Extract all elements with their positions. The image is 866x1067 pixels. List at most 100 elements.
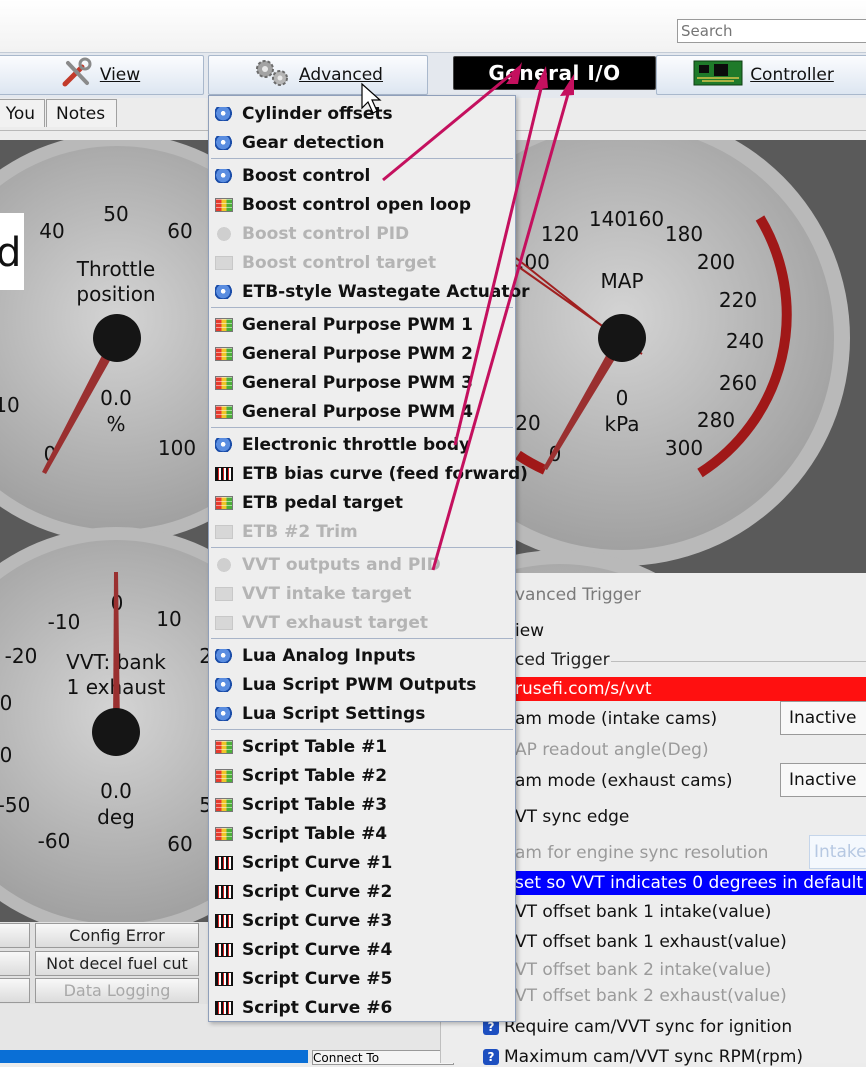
tab-notes[interactable]: Notes (46, 99, 117, 127)
menu-item-label: ETB bias curve (feed forward) (242, 463, 528, 484)
menu-item[interactable]: VVT outputs and PID (209, 550, 515, 579)
throttle-title: Throttle (76, 257, 155, 281)
menu-item-label: Boost control (242, 165, 371, 186)
vvt-tick: -20 (5, 644, 38, 668)
menu-item[interactable]: Lua Analog Inputs (209, 641, 515, 670)
menu-item[interactable]: Script Table #4 (209, 819, 515, 848)
curve-icon (215, 884, 233, 899)
menu-item[interactable]: Boost control target (209, 248, 515, 277)
globe-icon (215, 135, 233, 150)
menu-item-label: Script Curve #2 (242, 881, 393, 902)
menu-item[interactable]: Script Table #1 (209, 732, 515, 761)
menu-item-label: General Purpose PWM 3 (242, 372, 473, 393)
menu-item[interactable]: Script Curve #2 (209, 877, 515, 906)
menu-item[interactable]: General Purpose PWM 2 (209, 339, 515, 368)
vvt-tick: -10 (48, 610, 81, 634)
menu-item-label: Script Table #2 (242, 765, 388, 786)
map-tick: 280 (697, 408, 735, 432)
menu-item[interactable]: Boost control PID (209, 219, 515, 248)
table-icon (215, 797, 233, 812)
menu-item[interactable]: VVT exhaust target (209, 608, 515, 637)
globe-icon (215, 226, 233, 241)
menu-item-label: Script Table #1 (242, 736, 388, 757)
general-io-button[interactable]: General I/O (453, 56, 656, 90)
globe-icon (215, 437, 233, 452)
menu-item-label: Lua Analog Inputs (242, 645, 416, 666)
advanced-button[interactable]: Advanced (208, 55, 428, 95)
menu-item[interactable]: Script Curve #1 (209, 848, 515, 877)
globe-icon (215, 106, 233, 121)
curve-icon (215, 942, 233, 957)
menu-item[interactable]: General Purpose PWM 1 (209, 310, 515, 339)
map-tick: 240 (726, 329, 764, 353)
vvt-sync-edge-label: VT sync edge (515, 807, 630, 827)
table-icon (215, 317, 233, 332)
menu-item[interactable]: ETB-style Wastegate Actuator (209, 277, 530, 306)
table-icon (215, 826, 233, 841)
menu-item[interactable]: Boost control open loop (209, 190, 515, 219)
menu-item[interactable]: Script Curve #3 (209, 906, 515, 935)
throttle-tick: 40 (39, 219, 64, 243)
menu-item[interactable]: VVT intake target (209, 579, 515, 608)
menu-item[interactable]: General Purpose PWM 4 (209, 397, 515, 426)
curve-icon (215, 1000, 233, 1015)
status-indicator (0, 978, 30, 1003)
menu-item-label: Lua Script Settings (242, 703, 426, 724)
controller-button[interactable]: Controller (656, 55, 866, 95)
data-logging-indicator: Data Logging (35, 978, 199, 1003)
view-button[interactable]: View (0, 55, 204, 95)
throttle-hub (93, 314, 141, 362)
throttle-title: position (76, 282, 155, 306)
menu-item[interactable]: Electronic throttle body (209, 430, 515, 459)
status-indicator (0, 951, 30, 976)
table-icon (215, 586, 233, 601)
map-tick: 200 (697, 250, 735, 274)
throttle-tick: 10 (0, 393, 20, 417)
globe-icon (215, 168, 233, 183)
vvt-unit: deg (97, 805, 135, 829)
offset-b1-exhaust-label: VT offset bank 1 exhaust(value) (515, 932, 787, 952)
menu-item[interactable]: Script Table #3 (209, 790, 515, 819)
menu-item[interactable]: Script Curve #6 (209, 993, 515, 1022)
menu-separator (211, 158, 513, 159)
menu-separator (211, 547, 513, 548)
status-panel: Config Error Not decel fuel cut Data Log… (0, 922, 210, 1004)
table-icon (215, 404, 233, 419)
menu-item[interactable]: Lua Script PWM Outputs (209, 670, 515, 699)
tab-you[interactable]: You (0, 99, 45, 127)
menu-item-label: Script Curve #5 (242, 968, 393, 989)
menu-item[interactable]: Cylinder offsets (209, 99, 515, 128)
map-unit: kPa (605, 412, 640, 436)
search-input[interactable] (677, 19, 866, 43)
menu-item[interactable]: ETB bias curve (feed forward) (209, 459, 528, 488)
globe-icon (215, 284, 233, 299)
vvt-tick: -50 (0, 793, 30, 817)
vvt-tick: 0 (0, 691, 12, 715)
help-url-link[interactable]: rusefi.com/s/vvt (501, 677, 866, 701)
menu-item[interactable]: General Purpose PWM 3 (209, 368, 515, 397)
menu-item-label: Boost control PID (242, 223, 410, 244)
max-cam-sync-rpm-label: Maximum cam/VVT sync RPM(rpm) (504, 1047, 804, 1067)
vvt-tick: 60 (167, 832, 192, 856)
vvt-tick: 0 (0, 743, 12, 767)
menu-item-label: Script Curve #6 (242, 997, 393, 1018)
menu-item[interactable]: ETB #2 Trim (209, 517, 515, 546)
menu-item[interactable]: Script Curve #4 (209, 935, 515, 964)
throttle-tick: 50 (103, 202, 128, 226)
menu-item[interactable]: Script Curve #5 (209, 964, 515, 993)
cam-mode-intake-select[interactable]: Inactive (780, 701, 866, 735)
map-value: 0 (616, 386, 629, 410)
dialog-menu-view[interactable]: iew (515, 621, 544, 641)
menu-item[interactable]: ETB pedal target (209, 488, 515, 517)
vvt-value: 0.0 (100, 779, 132, 803)
menu-separator (211, 729, 513, 730)
table-icon (215, 255, 233, 270)
menu-item[interactable]: Script Table #2 (209, 761, 515, 790)
cam-engine-sync-select[interactable]: Intake (809, 835, 866, 869)
gears-icon (253, 58, 293, 93)
menu-item[interactable]: Gear detection (209, 128, 515, 157)
cam-engine-sync-value: Intake (814, 842, 866, 862)
cam-mode-exhaust-select[interactable]: Inactive (780, 763, 866, 797)
menu-item[interactable]: Lua Script Settings (209, 699, 515, 728)
menu-item[interactable]: Boost control (209, 161, 515, 190)
